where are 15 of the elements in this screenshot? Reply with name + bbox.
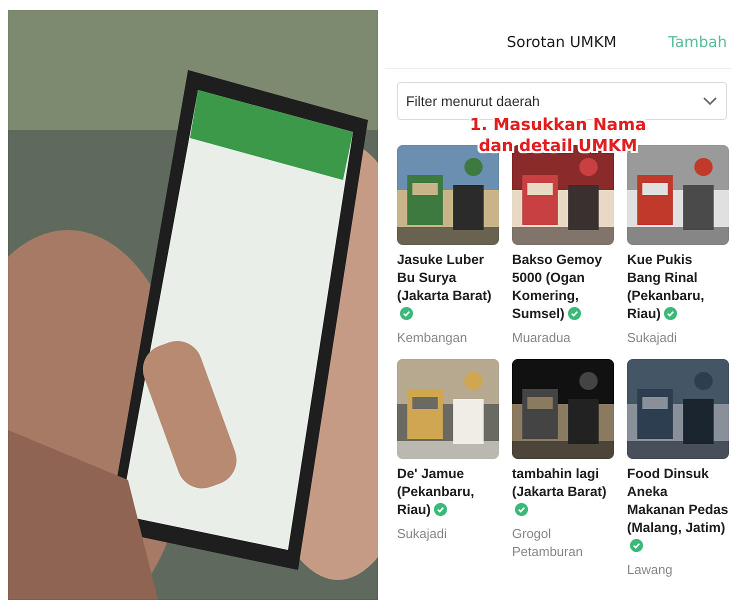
- business-name: Jasuke Luber Bu Surya (Jakarta Barat): [397, 251, 499, 323]
- location-label: Muaradua: [512, 329, 572, 347]
- business-name: Food Dinsuk Aneka Makanan Pedas (Malang, Jatim): [627, 465, 729, 555]
- location-label: Sukajadi: [397, 525, 448, 543]
- location-label: Grogol Petamburan: [512, 525, 584, 561]
- location-label: Sukajadi: [627, 329, 678, 347]
- chevron-down-icon: [703, 97, 717, 106]
- add-button[interactable]: Tambah: [668, 33, 727, 51]
- screen-title: Sorotan UMKM: [506, 33, 617, 51]
- business-name: tambahin lagi (Jakarta Barat): [512, 465, 614, 519]
- location-label: Kembangan: [397, 329, 468, 347]
- location-label: Lawang: [627, 561, 674, 579]
- business-name: Kue Pukis Bang Rinal (Pekanbaru, Riau): [627, 251, 706, 323]
- business-name: Bakso Gemoy 5000 (Ogan Komering, Sumsel): [512, 251, 604, 323]
- business-name: De' Jamue (Pekanbaru, Riau): [397, 465, 476, 519]
